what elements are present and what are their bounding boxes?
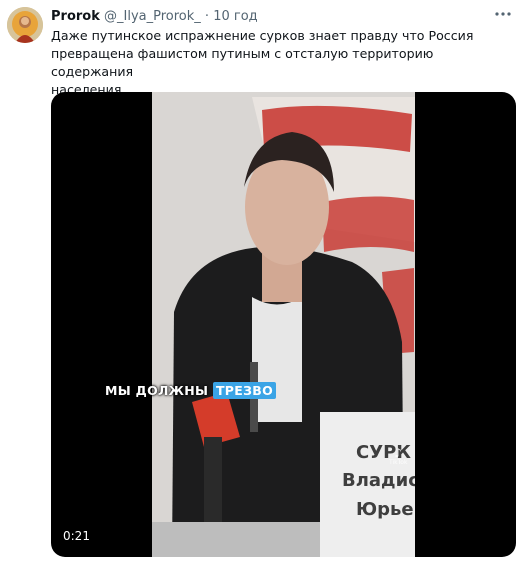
tiktok-icon: ♪	[394, 446, 403, 460]
avatar[interactable]	[7, 7, 43, 43]
video-caption: МЫ ДОЛЖНЫ ТРЕЗВО	[105, 382, 277, 399]
caption-highlight: ТРЕЗВО	[212, 382, 277, 399]
author-name[interactable]: Prorok	[51, 9, 100, 24]
separator-dot: ·	[204, 9, 210, 24]
caption-text: МЫ ДОЛЖНЫ	[105, 383, 209, 398]
more-horizontal-icon	[495, 12, 511, 16]
more-options-button[interactable]	[493, 7, 513, 21]
nameplate: СУРК Владис Юрье	[320, 412, 415, 557]
tweet-text-line: превращена фашистом путиным с отсталую т…	[51, 46, 434, 79]
video-player[interactable]: СУРК Владис Юрье ♪ TikTok МЫ ДОЛЖНЫ ТРЕЗ…	[51, 92, 516, 557]
video-time-remaining: 0:21	[63, 529, 90, 543]
tweet-text: Даже путинское испражнение сурков знает …	[51, 27, 511, 99]
tiktok-watermark: ♪ TikTok	[389, 447, 407, 466]
tweet-timestamp[interactable]: 10 год	[213, 9, 257, 24]
tweet-header: Prorok @_Ilya_Prorok_ · 10 год	[51, 8, 258, 25]
tweet-card[interactable]: Prorok @_Ilya_Prorok_ · 10 год Даже пути…	[0, 0, 527, 563]
tweet-text-line: Даже путинское испражнение сурков знает …	[51, 28, 474, 43]
tiktok-label: TikTok	[389, 459, 408, 466]
avatar-icon	[7, 7, 43, 43]
nameplate-line: Владис	[342, 470, 415, 491]
video-frame[interactable]: СУРК Владис Юрье ♪ TikTok	[152, 92, 415, 557]
author-handle[interactable]: @_Ilya_Prorok_	[104, 9, 201, 24]
nameplate-line: Юрье	[356, 499, 414, 520]
